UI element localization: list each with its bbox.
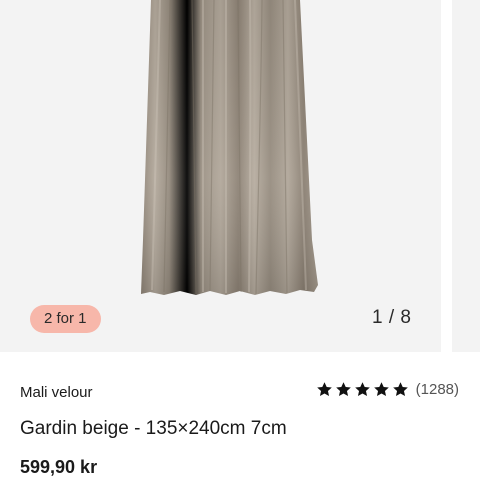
- product-brand[interactable]: Mali velour: [20, 384, 93, 401]
- promo-badge: 2 for 1: [30, 305, 101, 333]
- star-icon: [335, 382, 351, 397]
- gallery-slide-next-peek[interactable]: [452, 0, 480, 352]
- star-icon: [392, 382, 408, 397]
- product-title[interactable]: Gardin beige - 135×240cm 7cm: [20, 418, 287, 440]
- review-count: (1288): [415, 381, 459, 398]
- image-counter: 1 / 8: [372, 307, 412, 328]
- product-price: 599,90 kr: [20, 457, 98, 477]
- gallery-slide-current[interactable]: 2 for 1 1 / 8: [0, 0, 441, 352]
- product-image-gallery[interactable]: 2 for 1 1 / 8: [0, 0, 480, 352]
- star-icon: [354, 382, 370, 397]
- product-rating[interactable]: (1288): [316, 381, 459, 398]
- star-icon: [316, 382, 332, 397]
- product-info: Mali velour (1288) Gardin beige - 135×24…: [0, 352, 480, 480]
- rating-stars: [316, 381, 409, 398]
- star-icon: [373, 382, 389, 397]
- product-image: [141, 0, 318, 295]
